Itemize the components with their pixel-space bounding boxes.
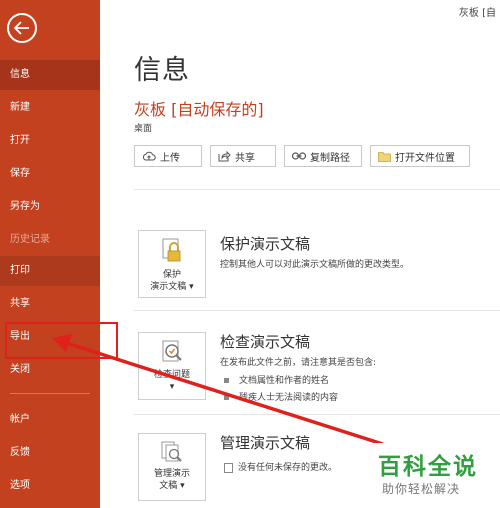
watermark: 百科全说 助你轻松解决 xyxy=(368,443,496,503)
annotation-arrow-icon xyxy=(52,334,396,450)
watermark-title: 百科全说 xyxy=(378,454,478,480)
watermark-subtitle: 助你轻松解决 xyxy=(382,482,461,496)
